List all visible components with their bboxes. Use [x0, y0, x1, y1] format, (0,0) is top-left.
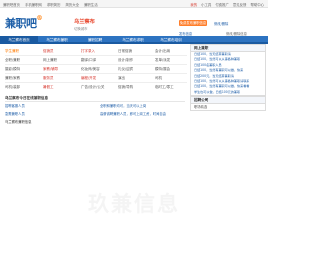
category-link[interactable]: 摄影/模特 — [5, 65, 20, 73]
category-link[interactable]: 司机 — [155, 74, 162, 82]
top-links-right: 我的 小工具 付费推广 意见反馈 帮助中心 — [190, 2, 264, 7]
switch-city-link[interactable]: 切换城市 — [74, 26, 88, 31]
list-item[interactable]: 招聘客服人员 — [5, 103, 25, 108]
top-link[interactable]: 付费推广 — [215, 2, 229, 7]
nav-item-home[interactable]: 乌兰察布首页 — [0, 36, 38, 44]
divider — [5, 101, 185, 102]
publish-button[interactable]: 免费发布兼职信息 — [179, 20, 207, 26]
category-link[interactable]: 网上兼职 — [43, 56, 57, 64]
category-link[interactable]: 发单/派发 — [155, 56, 170, 64]
top-bar: 兼职吧首页 手机兼职网 求职简历 简历大全 兼职生活 我的 小工具 付费推广 意… — [0, 0, 268, 8]
logo-text: 兼职吧 — [5, 17, 37, 30]
company-box: 招聘公司 职场精选 — [190, 96, 266, 111]
category-row: 学生兼职 促销员 打字录入 日常促销 会计/出纳 — [5, 47, 187, 55]
category-grid: 学生兼职 促销员 打字录入 日常促销 会计/出纳 全职/兼职 网上兼职 翻译/口… — [5, 47, 187, 95]
category-link[interactable]: 日常促销 — [118, 47, 132, 55]
category-row: 摄影/模特 家教/辅导 化妆师/美容 礼仪/迎宾 模特/展会 — [5, 65, 187, 73]
category-link[interactable]: 会计/出纳 — [155, 47, 170, 55]
online-parttime-box: 网上兼职 日结100，当天结算兼职请 日结100，当然可以从事各种兼职 日结10… — [190, 44, 266, 97]
panel-title: 招聘公司 — [191, 97, 265, 104]
top-link[interactable]: 手机兼职网 — [25, 2, 42, 7]
logo-mark: ® — [36, 15, 43, 22]
top-link[interactable]: 求职简历 — [47, 2, 61, 7]
nav-item-seek[interactable]: 乌兰察布求职 — [114, 36, 152, 44]
top-link[interactable]: 简历大全 — [65, 2, 79, 7]
top-links-left: 兼职吧首页 手机兼职网 求职简历 简历大全 兼职生活 — [3, 2, 98, 7]
list-item[interactable]: 高薪诚聘兼职人员，即可上岗工资，时间自由 — [100, 111, 166, 116]
nav-item-training[interactable]: 乌兰察布培训 — [152, 36, 190, 44]
edit-delete-link[interactable]: 修改/删除 — [214, 21, 228, 26]
category-row: 司机/装卸 暑假工 广告/设计/公关 促销/导购 临时工/零工 — [5, 83, 187, 91]
category-link[interactable]: 学生兼职 — [5, 47, 19, 55]
top-link[interactable]: 意见反馈 — [233, 2, 247, 7]
category-link[interactable]: 演出 — [118, 74, 125, 82]
category-link[interactable]: 服务员 — [43, 74, 54, 82]
category-link[interactable]: 打字录入 — [81, 47, 95, 55]
site-logo[interactable]: 兼职吧® — [5, 15, 42, 31]
nav-item-jobs[interactable]: 兼职招聘 — [76, 36, 114, 44]
top-link[interactable]: 帮助中心 — [250, 2, 264, 7]
category-row: 全职/兼职 网上兼职 翻译/口译 设计/制作 发单/派发 — [5, 56, 187, 64]
category-link[interactable]: 全职/兼职 — [5, 56, 20, 64]
panel-title: 网上兼职 — [191, 45, 265, 52]
category-row: 兼职/家教 服务员 编程/开发 演出 司机 — [5, 74, 187, 82]
nav-item-parttime[interactable]: 乌兰察布兼职 — [38, 36, 76, 44]
category-link[interactable]: 家教/辅导 — [43, 65, 58, 73]
category-link[interactable]: 兼职/家教 — [5, 74, 20, 82]
category-link[interactable]: 临时工/零工 — [155, 83, 174, 91]
category-link[interactable]: 模特/展会 — [155, 65, 170, 73]
watermark: 玖兼信息 — [88, 192, 180, 216]
top-link[interactable]: 我的 — [190, 2, 197, 7]
list-item[interactable]: 急需兼职人员 — [5, 111, 25, 116]
site-header: 兼职吧® 乌兰察布 切换城市 免费发布兼职信息 修改/删除 发布信息 修改/删除… — [0, 9, 268, 36]
category-link[interactable]: 暑假工 — [43, 83, 54, 91]
top-link[interactable]: 小工具 — [201, 2, 211, 7]
city-name: 乌兰察布 — [74, 19, 95, 25]
category-link[interactable]: 广告/设计/公关 — [81, 83, 104, 91]
main-nav: 乌兰察布首页 乌兰察布兼职 兼职招聘 乌兰察布求职 乌兰察布培训 — [0, 36, 268, 44]
panel-link[interactable]: 学生也可以做，日结100元的兼职 — [191, 90, 265, 95]
list-item[interactable]: 乌兰察布兼职信息 — [5, 119, 31, 124]
top-link[interactable]: 兼职吧首页 — [3, 2, 20, 7]
category-link[interactable]: 设计/制作 — [118, 56, 133, 64]
category-link[interactable]: 化妆师/美容 — [81, 65, 100, 73]
top-link[interactable]: 兼职生活 — [84, 2, 98, 7]
category-link[interactable]: 促销/导购 — [118, 83, 133, 91]
category-link[interactable]: 礼仪/迎宾 — [118, 65, 133, 73]
category-link[interactable]: 编程/开发 — [81, 74, 96, 82]
category-link[interactable]: 司机/装卸 — [5, 83, 20, 91]
category-link[interactable]: 翻译/口译 — [81, 56, 96, 64]
list-item[interactable]: 全职和兼职均可，当天可以上岗 — [100, 103, 146, 108]
category-link[interactable]: 促销员 — [43, 47, 54, 55]
panel-text[interactable]: 职场精选 — [191, 104, 265, 110]
